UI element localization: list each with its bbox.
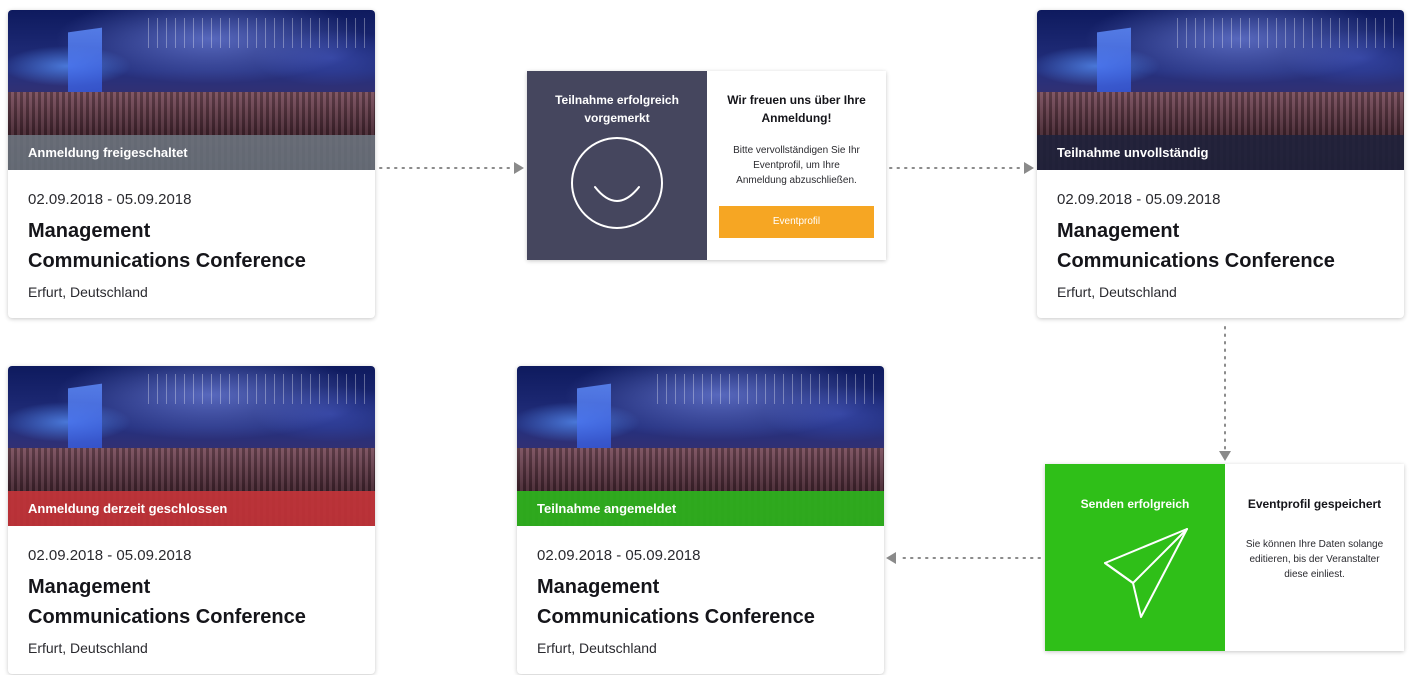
- event-date: 02.09.2018 - 05.09.2018: [1057, 191, 1221, 208]
- event-title: Management Communications Conference: [1057, 216, 1384, 276]
- registration-confirmation-modal: Teilnahme erfolgreich vorgemerkt Wir fre…: [527, 71, 886, 260]
- event-image: Teilnahme unvollständig: [1037, 10, 1404, 170]
- event-image: Teilnahme angemeldet: [517, 366, 884, 526]
- event-card-closed[interactable]: Anmeldung derzeit geschlossen 02.09.2018…: [8, 366, 375, 674]
- modal-left-title: Senden erfolgreich: [1080, 497, 1190, 511]
- event-image: Anmeldung freigeschaltet: [8, 10, 375, 170]
- profile-saved-modal: Senden erfolgreich Eventprofil gespeiche…: [1045, 464, 1404, 651]
- modal-left-panel: Senden erfolgreich: [1045, 464, 1225, 651]
- arrow-modal-to-incomplete: [889, 162, 1034, 174]
- event-title: Management Communications Conference: [28, 216, 355, 276]
- event-location: Erfurt, Deutschland: [537, 640, 657, 656]
- event-title-line1: Management: [1057, 220, 1180, 242]
- modal-left-panel: Teilnahme erfolgreich vorgemerkt: [527, 71, 707, 260]
- event-title: Management Communications Conference: [28, 572, 355, 632]
- event-title: Management Communications Conference: [537, 572, 864, 632]
- arrow-saved-to-registered: [886, 552, 1041, 564]
- event-location: Erfurt, Deutschland: [28, 284, 148, 300]
- modal-right-title: Eventprofil gespeichert: [1247, 497, 1382, 511]
- modal-left-title: Teilnahme erfolgreich vorgemerkt: [555, 93, 679, 125]
- status-badge: Teilnahme unvollständig: [1037, 135, 1404, 170]
- modal-right-title: Wir freuen uns über Ihre Anmeldung!: [727, 93, 866, 125]
- arrow-incomplete-to-saved: [1219, 326, 1231, 461]
- event-title-line1: Management: [28, 576, 151, 598]
- status-badge: Anmeldung derzeit geschlossen: [8, 491, 375, 526]
- event-title-line2: Communications Conference: [28, 606, 306, 628]
- event-card-registered[interactable]: Teilnahme angemeldet 02.09.2018 - 05.09.…: [517, 366, 884, 674]
- eventprofil-button[interactable]: Eventprofil: [719, 206, 874, 238]
- event-title-line1: Management: [537, 576, 660, 598]
- event-title-line2: Communications Conference: [28, 250, 306, 272]
- smiley-icon: [571, 137, 663, 229]
- event-date: 02.09.2018 - 05.09.2018: [28, 547, 192, 564]
- modal-right-panel: Eventprofil gespeichert Sie können Ihre …: [1225, 464, 1404, 651]
- status-badge: Anmeldung freigeschaltet: [8, 135, 375, 170]
- event-title-line2: Communications Conference: [1057, 250, 1335, 272]
- event-title-line2: Communications Conference: [537, 606, 815, 628]
- event-card-incomplete[interactable]: Teilnahme unvollständig 02.09.2018 - 05.…: [1037, 10, 1404, 318]
- event-image: Anmeldung derzeit geschlossen: [8, 366, 375, 526]
- paper-plane-icon: [1104, 528, 1188, 618]
- modal-right-panel: Wir freuen uns über Ihre Anmeldung! Bitt…: [707, 71, 886, 260]
- event-title-line1: Management: [28, 220, 151, 242]
- arrow-open-to-modal: [379, 162, 524, 174]
- event-location: Erfurt, Deutschland: [28, 640, 148, 656]
- modal-right-text: Bitte vervollständigen Sie Ihr Eventprof…: [733, 145, 860, 186]
- event-date: 02.09.2018 - 05.09.2018: [537, 547, 701, 564]
- event-location: Erfurt, Deutschland: [1057, 284, 1177, 300]
- status-badge: Teilnahme angemeldet: [517, 491, 884, 526]
- modal-right-text: Sie können Ihre Daten solange editieren,…: [1245, 539, 1384, 580]
- event-card-open[interactable]: Anmeldung freigeschaltet 02.09.2018 - 05…: [8, 10, 375, 318]
- event-date: 02.09.2018 - 05.09.2018: [28, 191, 192, 208]
